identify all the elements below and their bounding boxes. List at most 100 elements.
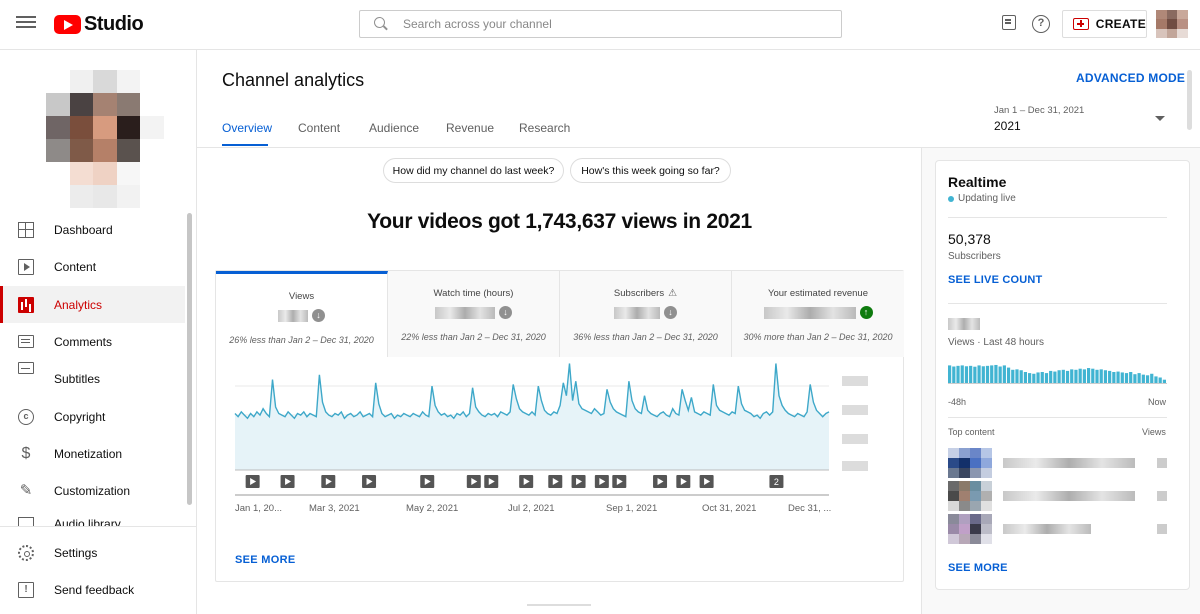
x-tick-label: Jul 2, 2021	[508, 503, 554, 514]
realtime-bar	[1078, 368, 1082, 383]
sidebar-item-send-feedback[interactable]: ! Send feedback	[0, 571, 185, 608]
tab-content[interactable]: Content	[298, 121, 340, 135]
sidebar-item-label: Customization	[54, 483, 131, 498]
realtime-bar	[985, 365, 990, 383]
feedback-icon[interactable]	[1002, 15, 1016, 30]
realtime-bar	[973, 366, 977, 383]
sidebar-item-settings[interactable]: Settings	[0, 534, 185, 571]
realtime-bar	[1074, 369, 1078, 383]
realtime-bar	[981, 366, 985, 383]
subtitles-icon	[18, 362, 34, 374]
metric-label: Views	[288, 291, 315, 302]
tab-overview[interactable]: Overview	[222, 121, 272, 135]
top-content-row[interactable]	[948, 448, 1167, 478]
realtime-bar	[1137, 373, 1141, 383]
sidebar-item-label: Audio library	[54, 517, 121, 526]
realtime-bar	[1158, 377, 1162, 383]
advanced-mode-button[interactable]: ADVANCED MODE	[1076, 71, 1185, 85]
tab-research[interactable]: Research	[519, 121, 570, 135]
trend-down-icon: ↓	[499, 306, 512, 319]
studio-logo[interactable]: Studio	[54, 13, 144, 36]
redacted-y-tick-label	[842, 376, 868, 386]
realtime-bar	[1002, 365, 1006, 383]
realtime-bar	[1091, 368, 1095, 383]
realtime-bar	[977, 365, 981, 383]
live-dot-icon	[948, 195, 954, 202]
sidebar-item-subtitles[interactable]: Subtitles	[0, 360, 185, 397]
see-live-count-button[interactable]: SEE LIVE COUNT	[948, 274, 1042, 286]
views-chart-svg: 2 Jan 1, 20... Mar 3, 2021 May 2, 2021 Jul 2…	[234, 363, 868, 514]
page-scrollbar[interactable]	[1187, 70, 1192, 130]
sidebar-scrollbar[interactable]	[187, 213, 192, 505]
sidebar-item-label: Comments	[54, 334, 113, 349]
main-area: Channel analytics ADVANCED MODE Overview…	[197, 50, 1200, 614]
metric-value: ↑	[732, 306, 904, 319]
realtime-bar	[990, 365, 994, 383]
tab-audience[interactable]: Audience	[369, 121, 419, 135]
metrics-card: Views ↓ 26% less than Jan 2 – Dec 31, 20…	[215, 270, 904, 582]
see-more-button[interactable]: SEE MORE	[235, 554, 295, 566]
realtime-bar	[1141, 374, 1145, 383]
realtime-bar	[1162, 379, 1166, 383]
sidebar-divider	[0, 526, 196, 527]
sidebar-item-monetization[interactable]: $ Monetization	[0, 435, 185, 472]
send-feedback-icon: !	[18, 581, 34, 598]
metric-tab-watch-time[interactable]: Watch time (hours) ↓ 22% less than Jan 2…	[388, 271, 560, 357]
account-avatar[interactable]	[1156, 10, 1188, 38]
metric-compare: 26% less than Jan 2 – Dec 31, 2020	[229, 335, 374, 345]
warning-icon: ⚠	[668, 288, 678, 299]
sidebar-item-label: Settings	[54, 545, 98, 560]
sidebar-item-label: Monetization	[54, 446, 123, 461]
metric-tab-views[interactable]: Views ↓ 26% less than Jan 2 – Dec 31, 20…	[216, 271, 388, 357]
channel-avatar[interactable]	[46, 70, 164, 208]
content-icon	[18, 258, 34, 275]
metric-tab-revenue[interactable]: Your estimated revenue ↑ 30% more than J…	[732, 271, 904, 357]
date-range-picker[interactable]: Jan 1 – Dec 31, 2021 2021	[994, 105, 1169, 141]
metric-value: ↓	[560, 306, 731, 319]
tab-revenue[interactable]: Revenue	[446, 121, 494, 135]
realtime-bar	[1044, 373, 1049, 383]
sidebar-item-copyright[interactable]: c Copyright	[0, 398, 185, 435]
search-input[interactable]	[403, 17, 803, 31]
redacted-title	[1003, 458, 1135, 468]
top-content-row[interactable]	[948, 481, 1167, 511]
sidebar-item-label: Copyright	[54, 409, 106, 424]
redacted-title	[1003, 491, 1135, 501]
realtime-bar	[1019, 370, 1023, 383]
redacted-title	[1003, 524, 1091, 534]
youtube-logo-icon	[54, 15, 81, 34]
divider	[948, 303, 1167, 304]
top-content-row[interactable]	[948, 514, 1167, 544]
realtime-bar	[1023, 372, 1028, 383]
realtime-bar	[948, 365, 952, 383]
divider	[948, 417, 1167, 418]
metric-label: Your estimated revenue	[768, 288, 868, 299]
metric-tab-subscribers[interactable]: Subscribers ⚠ ↓ 36% less than Jan 2 – Dec…	[560, 271, 732, 357]
comments-icon	[18, 335, 34, 348]
sidebar-item-audio-library[interactable]: Audio library	[0, 509, 185, 526]
search-box[interactable]	[359, 10, 842, 38]
redacted-y-tick-label	[842, 461, 868, 471]
sidebar-item-analytics[interactable]: Analytics	[0, 286, 185, 323]
sidebar-item-content[interactable]: Content	[0, 248, 185, 285]
redacted-views	[1157, 524, 1167, 534]
sidebar-item-comments[interactable]: Comments	[0, 323, 185, 360]
create-label: CREATE	[1095, 17, 1146, 31]
metric-compare: 22% less than Jan 2 – Dec 31, 2020	[401, 332, 546, 342]
active-tab-indicator	[222, 144, 268, 146]
sidebar-item-customization[interactable]: ✎ Customization	[0, 472, 185, 509]
monetization-icon: $	[21, 444, 31, 462]
realtime-bar	[998, 366, 1002, 383]
help-icon[interactable]: ?	[1032, 15, 1050, 33]
realtime-see-more-button[interactable]: SEE MORE	[948, 562, 1008, 574]
views-headline: Your videos got 1,743,637 views in 2021	[367, 210, 752, 233]
hamburger-menu-icon[interactable]	[16, 14, 36, 34]
sidebar-item-dashboard[interactable]: Dashboard	[0, 211, 185, 248]
create-button[interactable]: CREATE	[1062, 10, 1147, 38]
video-thumbnail	[948, 481, 992, 511]
sidebar-item-label: Dashboard	[54, 222, 113, 237]
realtime-bar	[1065, 370, 1070, 383]
chip-this-week[interactable]: How's this week going so far?	[570, 158, 731, 183]
chip-last-week[interactable]: How did my channel do last week?	[383, 158, 564, 183]
create-video-icon	[1073, 18, 1089, 30]
